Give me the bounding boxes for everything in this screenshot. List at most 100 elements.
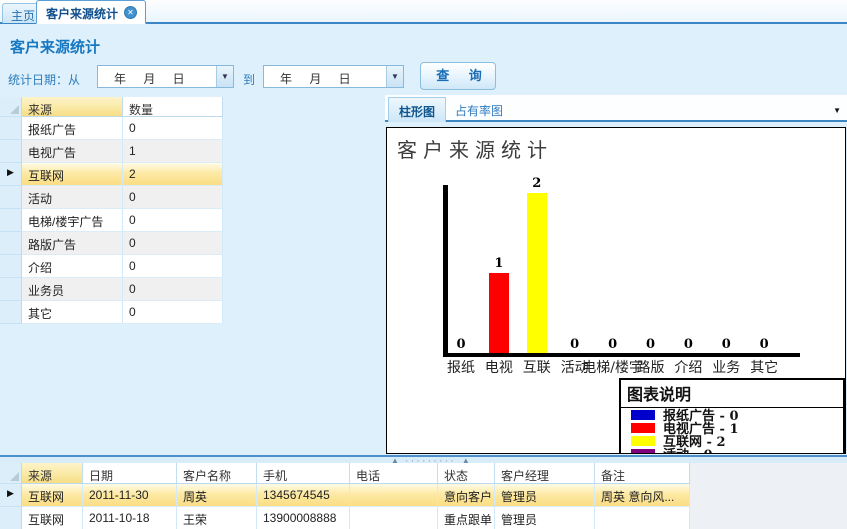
corner-triangle-icon <box>10 472 19 481</box>
detail-cell[interactable] <box>350 507 438 529</box>
table-row[interactable]: ▶互联网2 <box>0 163 223 186</box>
source-cell[interactable]: 其它 <box>22 301 123 324</box>
chart-title: 客户来源统计 <box>397 134 553 163</box>
date-to-dropdown-icon[interactable]: ▼ <box>386 66 403 87</box>
detail-cell[interactable] <box>595 507 690 529</box>
row-selector[interactable] <box>0 140 22 163</box>
table-row[interactable]: 活动0 <box>0 186 223 209</box>
column-header[interactable]: 电话 <box>350 463 438 484</box>
table-row[interactable]: 报纸广告0 <box>0 117 223 140</box>
table-row[interactable]: 电视广告1 <box>0 140 223 163</box>
row-selector[interactable] <box>0 255 22 278</box>
column-header[interactable]: 备注 <box>595 463 690 484</box>
legend-swatch <box>631 423 655 433</box>
filter-bar: 统计日期：从 年 月 日 ▼ 到 年 月 日 ▼ 查 询 <box>0 62 847 92</box>
horizontal-splitter[interactable]: ▲ ········· ▲ <box>0 455 847 463</box>
count-cell[interactable]: 0 <box>123 186 223 209</box>
detail-cell[interactable]: 管理员 <box>495 484 595 507</box>
source-cell[interactable]: 电梯/楼宇广告 <box>22 209 123 232</box>
detail-cell[interactable]: 互联网 <box>22 507 83 529</box>
count-cell[interactable]: 0 <box>123 278 223 301</box>
count-cell[interactable]: 0 <box>123 301 223 324</box>
detail-cell[interactable]: 周英 意向风... <box>595 484 690 507</box>
count-cell[interactable]: 0 <box>123 232 223 255</box>
table-row[interactable]: 其它0 <box>0 301 223 324</box>
detail-cell[interactable]: 1345674545 <box>257 484 350 507</box>
tab-share-chart[interactable]: 占有率图 <box>445 97 513 122</box>
customer-detail-table: 来源日期客户名称手机电话状态客户经理备注▶互联网2011-11-30周英1345… <box>0 463 690 529</box>
tab-customer-source-stats[interactable]: 客户来源统计 ✕ <box>36 0 146 24</box>
column-header-count[interactable]: 数量 <box>123 97 223 117</box>
source-cell[interactable]: 介绍 <box>22 255 123 278</box>
legend-swatch <box>631 436 655 446</box>
table-row[interactable]: 路版广告0 <box>0 232 223 255</box>
row-selector[interactable] <box>0 507 22 529</box>
count-cell[interactable]: 0 <box>123 255 223 278</box>
count-cell[interactable]: 0 <box>123 117 223 140</box>
source-cell[interactable]: 报纸广告 <box>22 117 123 140</box>
source-cell[interactable]: 活动 <box>22 186 123 209</box>
close-tab-icon[interactable]: ✕ <box>124 6 137 19</box>
legend-item: 电视广告 - 1 <box>621 421 843 434</box>
column-header[interactable]: 日期 <box>83 463 177 484</box>
chart-tab-overflow-icon[interactable]: ▼ <box>833 106 841 115</box>
row-selector[interactable] <box>0 117 22 140</box>
date-to-field[interactable]: 年 月 日 ▼ <box>263 65 404 88</box>
count-cell[interactable]: 1 <box>123 140 223 163</box>
source-cell[interactable]: 电视广告 <box>22 140 123 163</box>
x-tick-label: 报纸 <box>447 357 475 377</box>
table-row[interactable]: ▶互联网2011-11-30周英1345674545 意向客户管理员周英 意向风.… <box>0 484 690 507</box>
table-row[interactable]: 互联网2011-10-18王荣13900008888 重点跟单管理员 <box>0 507 690 529</box>
column-header[interactable]: 客户经理 <box>495 463 595 484</box>
column-header-source[interactable]: 来源 <box>22 97 123 117</box>
date-to-label: 到 <box>243 71 255 88</box>
date-from-field[interactable]: 年 月 日 ▼ <box>97 65 234 88</box>
detail-cell[interactable]: 王荣 <box>177 507 257 529</box>
row-selector[interactable] <box>0 278 22 301</box>
date-to-value: 年 月 日 <box>264 66 386 87</box>
detail-cell[interactable]: 2011-11-30 <box>83 484 177 507</box>
x-tick-label: 介绍 <box>674 357 702 377</box>
table-row[interactable]: 介绍0 <box>0 255 223 278</box>
query-button[interactable]: 查 询 <box>420 62 496 90</box>
bar-value-label: 0 <box>673 337 703 352</box>
chart-y-axis <box>443 185 448 357</box>
column-header[interactable]: 状态 <box>438 463 495 484</box>
legend-item: 活动 - 0 <box>621 447 843 454</box>
table-header-row: 来源日期客户名称手机电话状态客户经理备注 <box>0 463 690 484</box>
detail-cell[interactable]: 2011-10-18 <box>83 507 177 529</box>
detail-cell[interactable] <box>350 484 438 507</box>
select-all-corner[interactable] <box>0 97 22 117</box>
detail-cell[interactable]: 互联网 <box>22 484 83 507</box>
source-cell[interactable]: 业务员 <box>22 278 123 301</box>
detail-cell[interactable]: 管理员 <box>495 507 595 529</box>
detail-cell[interactable]: 意向客户 <box>438 484 495 507</box>
table-row[interactable]: 电梯/楼宇广告0 <box>0 209 223 232</box>
table-row[interactable]: 业务员0 <box>0 278 223 301</box>
detail-cell[interactable]: 13900008888 <box>257 507 350 529</box>
row-selector[interactable]: ▶ <box>0 484 22 507</box>
detail-cell[interactable]: 周英 <box>177 484 257 507</box>
row-selector[interactable] <box>0 301 22 324</box>
source-cell[interactable]: 路版广告 <box>22 232 123 255</box>
column-header[interactable]: 客户名称 <box>177 463 257 484</box>
row-selector[interactable] <box>0 186 22 209</box>
bar-value-label: 0 <box>446 337 476 352</box>
detail-cell[interactable]: 重点跟单 <box>438 507 495 529</box>
top-tab-bar: 主页 客户来源统计 ✕ <box>0 0 847 24</box>
x-tick-label: 电梯/楼宇 <box>582 357 643 377</box>
count-cell[interactable]: 2 <box>123 163 223 186</box>
tab-bar-chart[interactable]: 柱形图 <box>388 97 446 122</box>
bar-value-label: 0 <box>560 337 590 352</box>
column-header[interactable]: 手机 <box>257 463 350 484</box>
select-all-corner[interactable] <box>0 463 22 484</box>
count-cell[interactable]: 0 <box>123 209 223 232</box>
row-selector[interactable] <box>0 209 22 232</box>
date-from-dropdown-icon[interactable]: ▼ <box>216 66 233 87</box>
chart-tab-strip: 柱形图 占有率图 ▼ <box>385 95 847 122</box>
column-header[interactable]: 来源 <box>22 463 83 484</box>
row-selector[interactable]: ▶ <box>0 163 22 186</box>
corner-triangle-icon <box>10 105 19 114</box>
row-selector[interactable] <box>0 232 22 255</box>
source-cell[interactable]: 互联网 <box>22 163 123 186</box>
